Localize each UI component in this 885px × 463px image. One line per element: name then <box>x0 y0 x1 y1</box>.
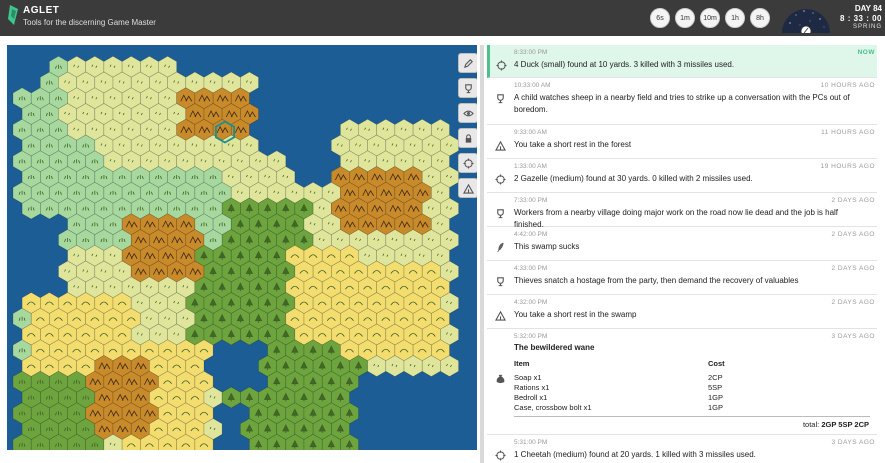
entry-text: 2 Gazelle (medium) found at 30 yards. 0 … <box>514 174 753 183</box>
game-clock: 8 : 33 : 00 <box>840 14 882 23</box>
entry-time: 5:32:00 PM <box>514 333 548 340</box>
entry-time: 4:42:00 PM <box>514 231 548 238</box>
entry-text: 4 Duck (small) found at 10 yards. 3 kill… <box>514 60 735 69</box>
log-entry[interactable]: 9:33:00 AM 11 HOURS AGO You take a short… <box>487 125 877 159</box>
log-entry[interactable]: 10:33:00 AM 10 HOURS AGO A child watches… <box>487 78 877 125</box>
total-value: 2GP 5SP 2CP <box>821 420 869 429</box>
entry-time: 10:33:00 AM <box>514 82 551 89</box>
app-header: AGLET Tools for the discerning Game Mast… <box>0 0 885 36</box>
entry-ago: NOW <box>857 49 875 56</box>
advance-1m-button[interactable]: 1m <box>675 8 695 28</box>
purchase-cost: 1GP <box>708 403 724 412</box>
entry-ago: 19 HOURS AGO <box>820 163 875 170</box>
log-entry[interactable]: 7:33:00 PM 2 DAYS AGO Workers from a nea… <box>487 193 877 229</box>
eye-icon <box>462 110 474 116</box>
tent-icon <box>495 310 506 321</box>
log-entry[interactable]: 4:42:00 PM 2 DAYS AGO This swamp sucks <box>487 227 877 261</box>
day-counter: DAY 84 <box>854 4 882 13</box>
crosshair-icon <box>495 174 506 185</box>
purchase-cost: 1GP <box>708 393 724 402</box>
purchase-total: total: 2GP 5SP 2CP <box>803 420 869 429</box>
map-tool-lock[interactable] <box>458 128 477 148</box>
map-tool-target[interactable] <box>458 153 477 173</box>
trophy-icon <box>497 209 504 219</box>
entry-text: A child watches sheep in a nearby field … <box>514 93 850 114</box>
col-item-header: Item <box>514 359 530 368</box>
entry-text: You take a short rest in the swamp <box>514 310 637 319</box>
col-cost-header: Cost <box>708 359 725 368</box>
pencil-icon <box>463 58 473 68</box>
quill-icon <box>497 242 504 253</box>
map-tool-eye[interactable] <box>458 103 477 123</box>
entry-time: 1:33:00 AM <box>514 163 547 170</box>
lock-icon <box>465 133 471 143</box>
entry-ago: 11 HOURS AGO <box>821 129 875 136</box>
entry-time: 4:33:00 PM <box>514 265 548 272</box>
target-icon <box>462 157 474 169</box>
total-label: total: <box>802 420 820 429</box>
entry-time: 9:33:00 AM <box>514 129 547 136</box>
trophy-icon <box>497 277 504 287</box>
event-log: 8:33:00 PM NOW 4 Duck (small) found at 1… <box>487 45 885 463</box>
advance-6s-button[interactable]: 6s <box>650 8 670 28</box>
entry-ago: 2 DAYS AGO <box>831 265 875 272</box>
moneybag-icon <box>496 374 505 384</box>
advance-8h-button[interactable]: 8h <box>750 8 770 28</box>
night-sky-dial[interactable] <box>780 3 832 33</box>
log-entry[interactable]: 8:33:00 PM NOW 4 Duck (small) found at 1… <box>487 45 877 78</box>
purchase-item: Bedroll x1 <box>514 393 548 402</box>
map-tool-pencil[interactable] <box>458 53 477 73</box>
season-label: SPRING <box>852 24 882 30</box>
tent-icon <box>495 140 506 151</box>
entry-time: 4:32:00 PM <box>514 299 548 306</box>
entry-ago: 3 DAYS AGO <box>831 333 875 340</box>
entry-time: 7:33:00 PM <box>514 197 548 204</box>
crosshair-icon <box>496 60 507 71</box>
log-entry[interactable]: 4:32:00 PM 2 DAYS AGO You take a short r… <box>487 295 877 329</box>
entry-ago: 2 DAYS AGO <box>831 231 875 238</box>
hex-map-canvas[interactable] <box>7 45 477 450</box>
purchase-cost: 2CP <box>708 373 723 382</box>
entry-ago: 10 HOURS AGO <box>820 82 875 89</box>
purchase-cost: 5SP <box>708 383 723 392</box>
entry-text: Thieves snatch a hostage from the party,… <box>514 276 799 285</box>
trophy-icon <box>464 83 472 93</box>
entry-ago: 2 DAYS AGO <box>831 299 875 306</box>
entry-text: You take a short rest in the forest <box>514 140 632 149</box>
advance-10m-button[interactable]: 10m <box>700 8 720 28</box>
entry-time: 8:33:00 PM <box>514 49 548 56</box>
entry-text: 1 Cheetah (medium) found at 20 yards. 1 … <box>514 450 756 459</box>
purchase-item: Case, crossbow bolt x1 <box>514 403 592 412</box>
app-tagline: Tools for the discerning Game Master <box>23 18 156 27</box>
map-tool-tent[interactable] <box>458 178 477 198</box>
tent-icon <box>462 183 474 194</box>
log-entry[interactable]: 1:33:00 AM 19 HOURS AGO 2 Gazelle (mediu… <box>487 159 877 193</box>
shop-name: The bewildered wane <box>514 343 595 352</box>
map-tool-trophy[interactable] <box>458 78 477 98</box>
advance-1h-button[interactable]: 1h <box>725 8 745 28</box>
trophy-icon <box>497 94 504 104</box>
purchase-item: Rations x1 <box>514 383 550 392</box>
entry-ago: 3 DAYS AGO <box>831 439 875 446</box>
hex-map[interactable] <box>7 45 477 450</box>
purchase-item: Soap x1 <box>514 373 542 382</box>
log-entry[interactable]: 5:31:00 PM 3 DAYS AGO 1 Cheetah (medium)… <box>487 435 877 463</box>
app-title: AGLET <box>23 5 60 16</box>
aglet-logo-icon <box>8 5 18 25</box>
crosshair-icon <box>495 450 506 461</box>
total-divider <box>514 416 870 417</box>
entry-ago: 2 DAYS AGO <box>831 197 875 204</box>
purchase-entry[interactable]: 5:32:00 PM 3 DAYS AGO The bewildered wan… <box>487 329 877 435</box>
log-entry[interactable]: 4:33:00 PM 2 DAYS AGO Thieves snatch a h… <box>487 261 877 295</box>
pane-divider[interactable] <box>480 45 484 463</box>
entry-text: This swamp sucks <box>514 242 580 251</box>
entry-time: 5:31:00 PM <box>514 439 548 446</box>
